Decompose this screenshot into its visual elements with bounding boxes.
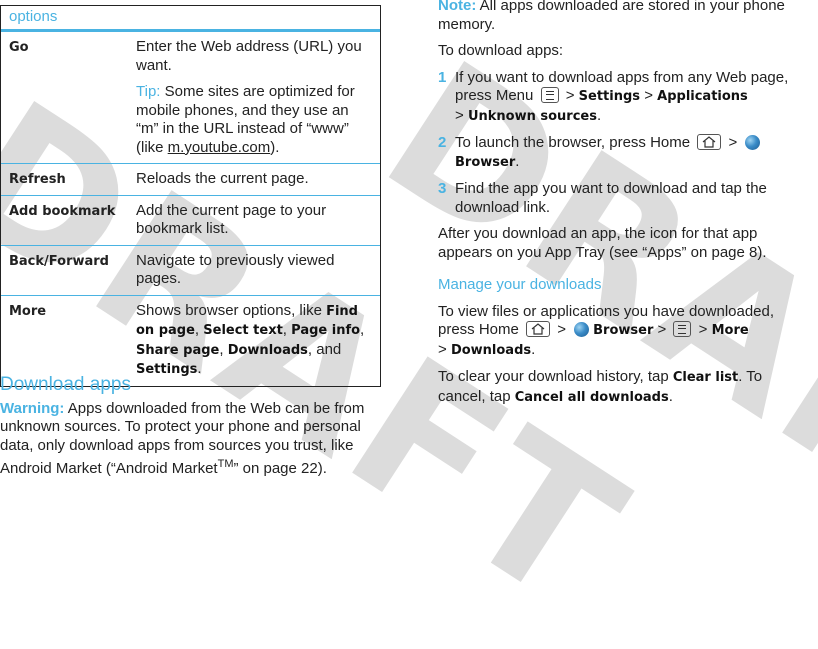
option-name: More bbox=[9, 303, 47, 319]
warning-paragraph: Warning: Apps downloaded from the Web ca… bbox=[0, 400, 375, 479]
separator: . bbox=[531, 340, 536, 358]
menu-path-item: Browser bbox=[455, 154, 516, 170]
option-name: Go bbox=[9, 40, 29, 55]
table-row: More Shows browser options, like Find on… bbox=[1, 296, 380, 386]
clear-paragraph: To clear your download history, tap Clea… bbox=[438, 368, 808, 407]
menu-path-item: Settings bbox=[578, 89, 641, 104]
separator: , bbox=[360, 321, 365, 338]
section-heading: Download apps bbox=[0, 374, 131, 395]
step-number: 3 bbox=[438, 180, 447, 197]
separator: > bbox=[438, 340, 451, 358]
right-column: Note: All apps downloaded are stored in … bbox=[438, 0, 808, 415]
trademark: TM bbox=[217, 458, 234, 470]
table-row: Go Enter the Web address (URL) you want.… bbox=[1, 32, 380, 164]
after-paragraph: After you download an app, the icon for … bbox=[438, 225, 767, 261]
menu-key-icon bbox=[540, 87, 559, 103]
separator: > bbox=[455, 106, 468, 124]
menu-item-name: Page info bbox=[291, 323, 361, 338]
clear-text: To clear your download history, tap bbox=[438, 368, 673, 385]
option-name: Refresh bbox=[9, 172, 66, 187]
warning-end: ” on page 22). bbox=[233, 460, 327, 477]
tip-link[interactable]: m.youtube.com bbox=[168, 139, 271, 156]
step-body: To launch the browser, press Home bbox=[455, 134, 691, 151]
table-row: Back/Forward Navigate to previously view… bbox=[1, 246, 380, 296]
separator: , and bbox=[307, 340, 342, 358]
menu-item-name: Downloads bbox=[227, 342, 308, 358]
menu-item-name: Select text bbox=[203, 323, 283, 338]
separator: . bbox=[515, 152, 520, 170]
table-header: options bbox=[1, 6, 380, 32]
separator: , bbox=[282, 321, 292, 338]
step-number: 1 bbox=[438, 68, 447, 86]
tip: Tip: Some sites are optimized for mobile… bbox=[136, 83, 374, 157]
table-row: Refresh Reloads the current page. bbox=[1, 164, 380, 196]
tip-end: ). bbox=[270, 138, 280, 156]
separator: > bbox=[561, 87, 579, 104]
note-paragraph: Note: All apps downloaded are stored in … bbox=[438, 0, 808, 34]
menu-path-item: Clear list bbox=[672, 370, 739, 385]
table-row: Add bookmark Add the current page to you… bbox=[1, 196, 380, 246]
step-text: If you want to download apps from any We… bbox=[455, 69, 808, 127]
menu-path-item: Cancel all downloads bbox=[514, 389, 669, 405]
menu-key-icon bbox=[673, 321, 692, 337]
intro-text: To download apps: bbox=[438, 42, 564, 59]
browser-globe-icon bbox=[745, 135, 761, 150]
step: 3 Find the app you want to download and … bbox=[438, 180, 808, 217]
option-desc: Add the current page to your bookmark li… bbox=[136, 201, 327, 238]
option-desc-text: Enter the Web address (URL) you want. bbox=[136, 38, 362, 74]
step: 1 If you want to download apps from any … bbox=[438, 69, 808, 127]
menu-path-item: Unknown sources bbox=[467, 108, 597, 124]
separator: > bbox=[640, 87, 658, 104]
menu-path-item: Browser bbox=[593, 323, 654, 338]
separator: > bbox=[724, 134, 742, 151]
menu-item-name: Settings bbox=[136, 362, 198, 377]
menu-path-item: More bbox=[711, 323, 749, 338]
download-apps-section: Download apps Warning: Apps downloaded f… bbox=[0, 374, 375, 479]
option-desc: Enter the Web address (URL) you want. Ti… bbox=[136, 38, 380, 157]
options-table: options Go Enter the Web address (URL) y… bbox=[0, 5, 381, 387]
option-name: Add bookmark bbox=[9, 203, 116, 219]
separator: > bbox=[653, 321, 671, 338]
manage-paragraph: To view files or applications you have d… bbox=[438, 303, 808, 361]
option-name: Back/Forward bbox=[9, 253, 109, 269]
step-number: 2 bbox=[438, 134, 447, 151]
note-text: All apps downloaded are stored in your p… bbox=[438, 0, 785, 33]
separator: > bbox=[553, 321, 571, 338]
menu-path-item: Downloads bbox=[450, 342, 532, 358]
step: 2 To launch the browser, press Home > Br… bbox=[438, 134, 808, 172]
desc-prefix: Shows browser options, like bbox=[136, 301, 327, 319]
menu-path-item: Applications bbox=[657, 89, 748, 104]
separator: , bbox=[194, 321, 204, 338]
note-label: Note: bbox=[438, 0, 477, 14]
menu-item-name: Share page bbox=[136, 342, 220, 358]
tip-label: Tip: bbox=[136, 83, 161, 100]
warning-label: Warning: bbox=[0, 399, 65, 417]
option-desc: Reloads the current page. bbox=[136, 170, 309, 187]
separator: . bbox=[197, 360, 202, 377]
option-desc: Shows browser options, like Find on page… bbox=[136, 302, 380, 380]
separator: . bbox=[668, 387, 673, 405]
home-key-icon bbox=[697, 134, 722, 150]
step-text: Find the app you want to download and ta… bbox=[455, 180, 767, 216]
browser-globe-icon bbox=[574, 322, 590, 337]
home-key-icon bbox=[526, 321, 551, 337]
option-desc: Navigate to previously viewed pages. bbox=[136, 251, 335, 288]
subsection-heading: Manage your downloads bbox=[438, 276, 602, 293]
separator: , bbox=[219, 340, 228, 358]
separator: . bbox=[596, 106, 602, 124]
separator: > bbox=[694, 321, 712, 338]
step-text: To launch the browser, press Home > Brow… bbox=[455, 134, 808, 172]
